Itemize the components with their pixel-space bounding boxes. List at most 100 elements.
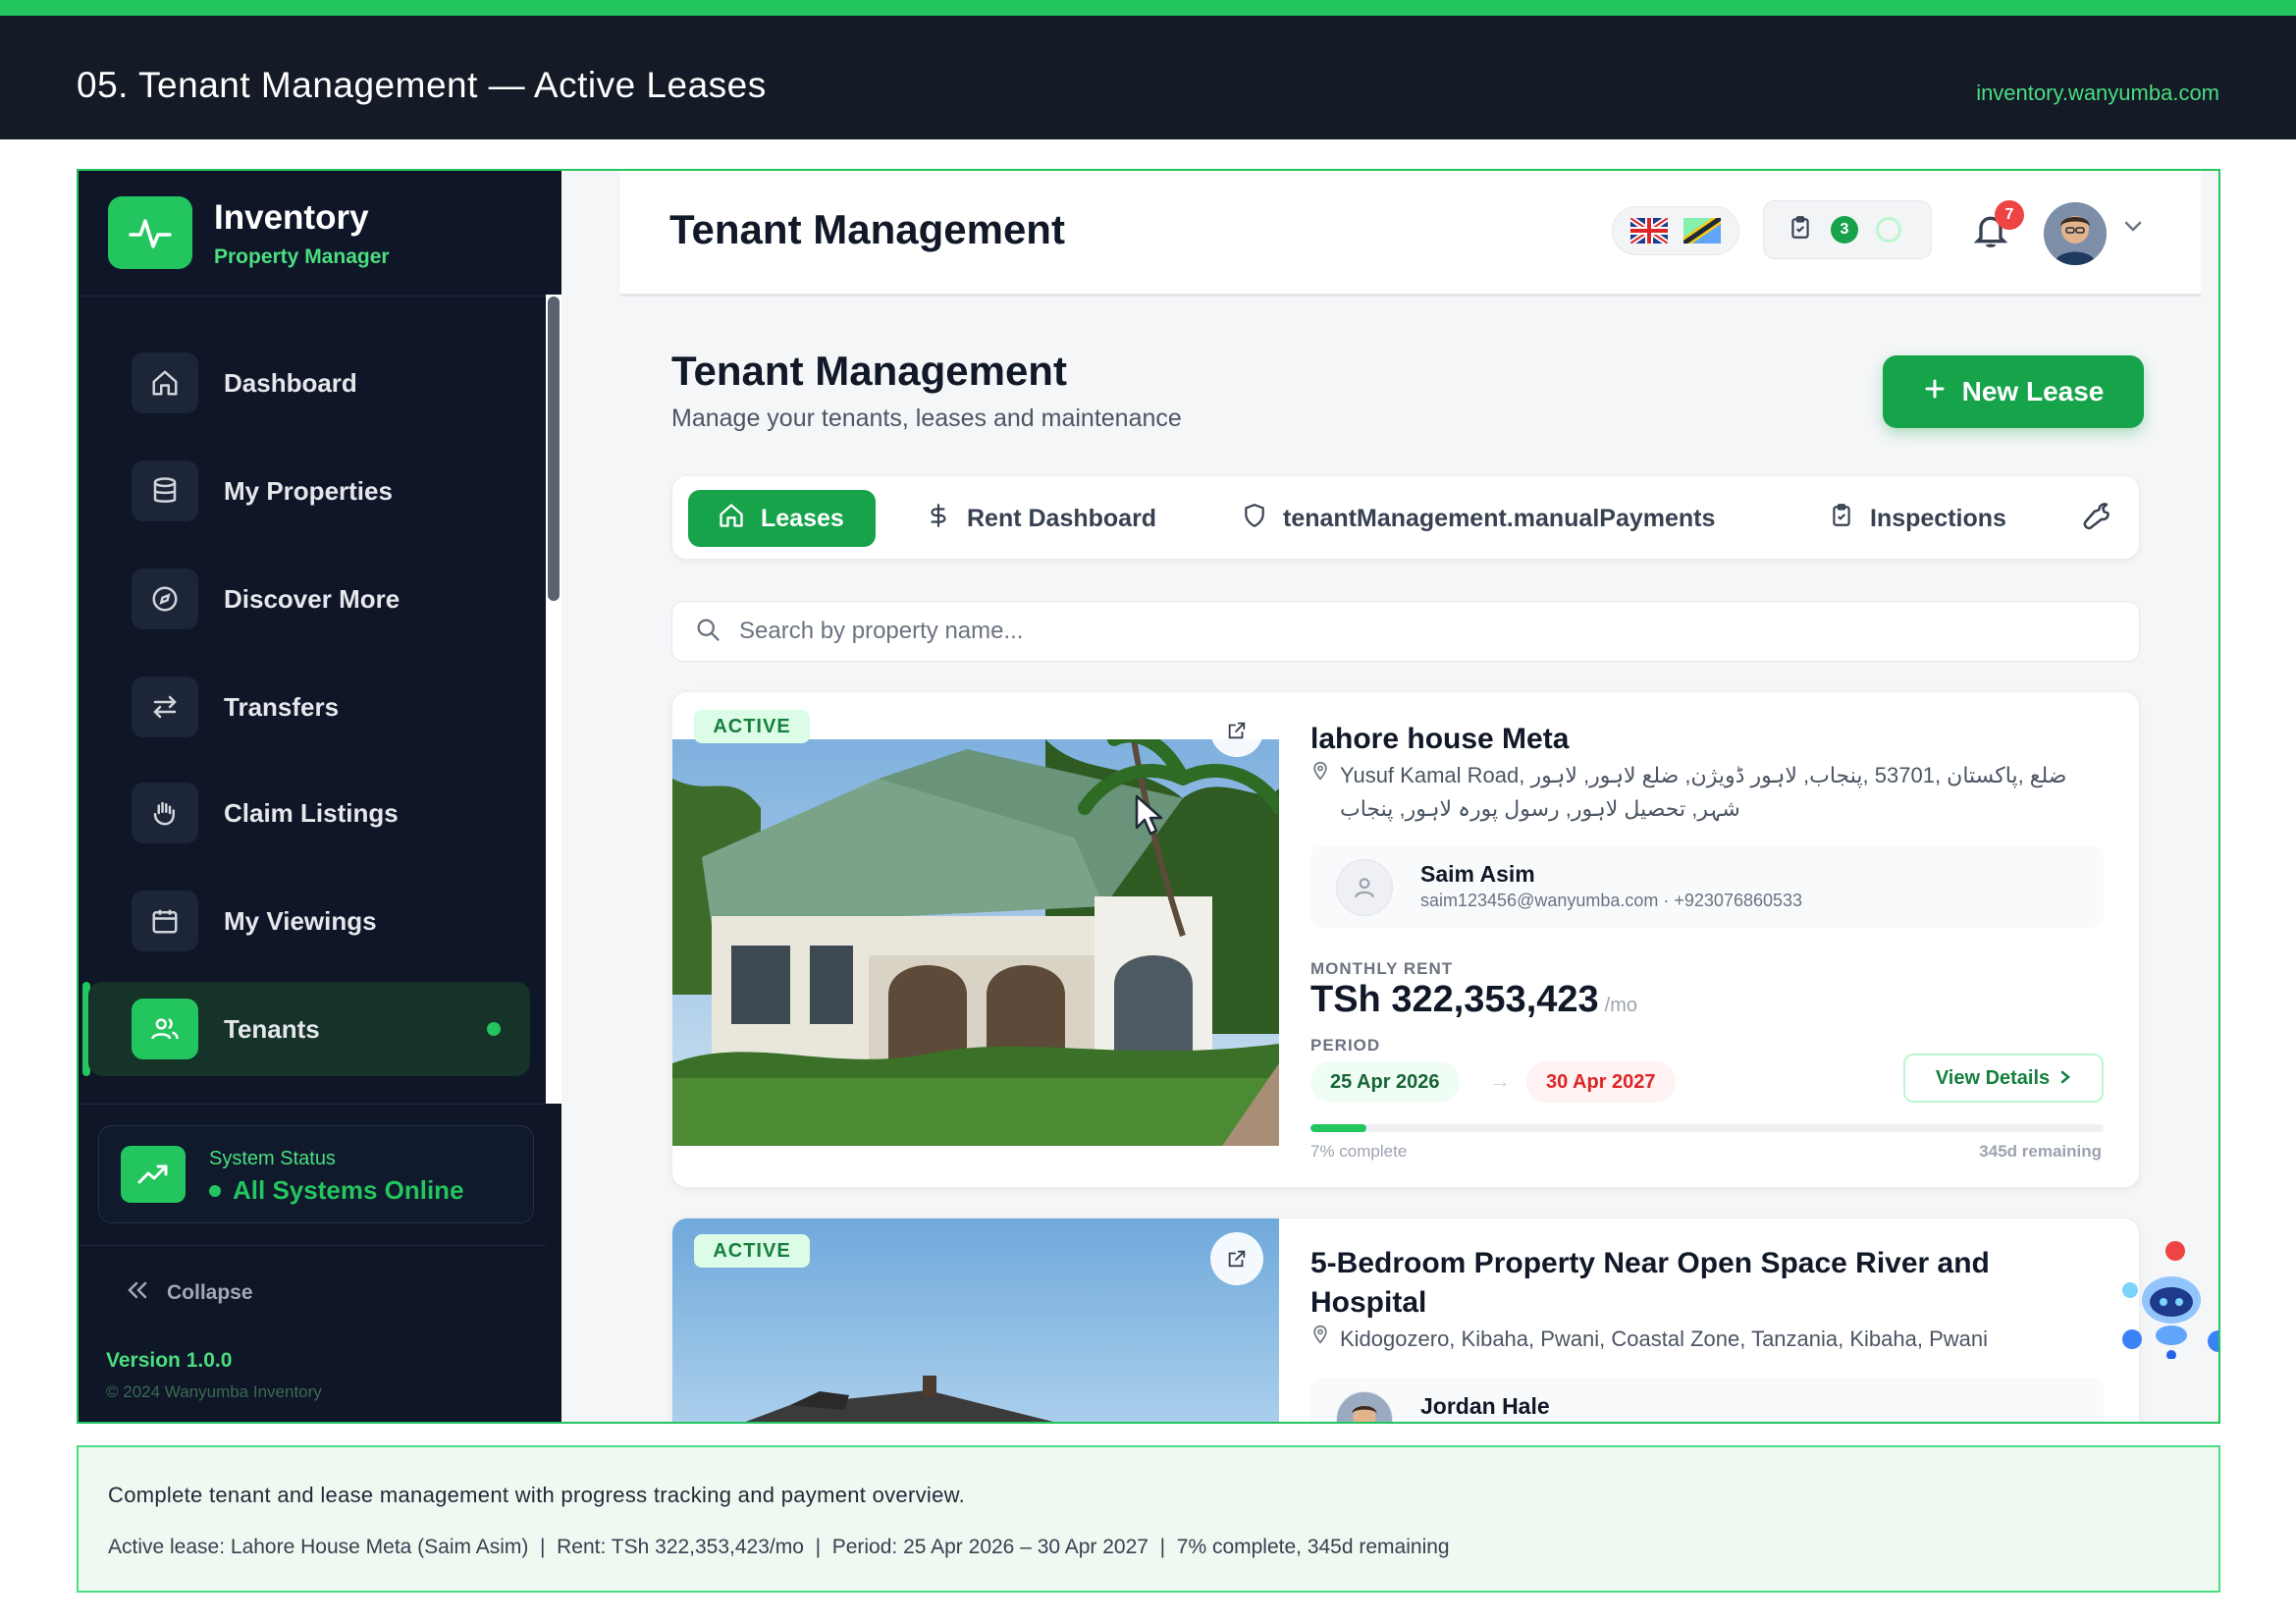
tab-manual-payments[interactable]: tenantManagement.manualPayments (1242, 490, 1715, 547)
tenant-info: Jordan Hale (1310, 1378, 2104, 1422)
copyright: © 2024 Wanyumba Inventory (106, 1382, 322, 1401)
sidebar-item-label: Dashboard (224, 367, 357, 398)
period-label: PERIOD (1310, 1036, 1381, 1055)
main-content: Tenant Management 3 7 Tenant Management … (561, 171, 2218, 1422)
monthly-rent-label: MONTHLY RENT (1310, 959, 1454, 978)
tenant-info: Saim Asim saim123456@wanyumba.com · +923… (1310, 845, 2104, 928)
divider (79, 1104, 546, 1105)
divider (79, 1245, 546, 1246)
status-badge: ACTIVE (694, 1234, 810, 1268)
property-address: Yusuf Kamal Road, ضلع ,پاکستان ,53701 ,پ… (1310, 759, 2086, 826)
tab-inspections[interactable]: Inspections (1829, 490, 2006, 547)
external-link-icon[interactable] (1210, 704, 1263, 757)
arrow-right-icon: → (1489, 1068, 1511, 1093)
caption-box: Complete tenant and lease management wit… (77, 1445, 2220, 1593)
sidebar-item-transfers[interactable]: Transfers (128, 660, 530, 754)
system-status-card: System Status All Systems Online (98, 1125, 534, 1223)
slide-url: inventory.wanyumba.com (1976, 81, 2219, 105)
sidebar-scrollbar-thumb[interactable] (548, 297, 560, 601)
property-photo[interactable] (672, 739, 1279, 1146)
lease-card[interactable]: ACTIVE 5-Bedroom Property Near Open Spac… (671, 1218, 2140, 1422)
tab-rent-dashboard[interactable]: Rent Dashboard (926, 490, 1156, 547)
view-details-button[interactable]: View Details (1903, 1054, 2104, 1103)
tanzania-flag-icon[interactable] (1681, 213, 1724, 248)
external-link-icon[interactable] (1210, 1232, 1263, 1285)
tab-label: Leases (761, 504, 844, 532)
dollar-icon (926, 501, 951, 537)
home-icon (718, 502, 745, 536)
active-dot (487, 1022, 501, 1036)
lease-progress-bar (1310, 1124, 2104, 1132)
tasks-indicator[interactable]: 3 (1763, 200, 1932, 259)
new-lease-label: New Lease (1961, 376, 2105, 406)
status-value: All Systems Online (209, 1175, 464, 1206)
trending-up-icon (121, 1146, 186, 1203)
property-name[interactable]: 5-Bedroom Property Near Open Space River… (1310, 1244, 2076, 1323)
clipboard-icon (1788, 214, 1813, 246)
mouse-cursor-icon (1135, 794, 1163, 836)
tenant-contact: saim123456@wanyumba.com · +923076860533 (1420, 891, 1803, 910)
database-icon (132, 460, 198, 521)
uk-flag-icon[interactable] (1629, 215, 1670, 246)
collapse-label: Collapse (167, 1281, 253, 1304)
search-icon (694, 616, 721, 648)
tab-label: Rent Dashboard (967, 504, 1157, 532)
rent-unit: /mo (1604, 995, 1637, 1016)
sidebar-item-label: Claim Listings (224, 797, 399, 828)
tab-maintenance[interactable] (2082, 490, 2111, 547)
clipboard-icon (1829, 502, 1854, 536)
status-value-text: All Systems Online (233, 1175, 464, 1205)
tab-leases[interactable]: Leases (688, 490, 876, 547)
compass-icon (132, 568, 198, 629)
chevron-down-icon[interactable] (2122, 218, 2144, 239)
lease-card[interactable]: ACTIVE lahore house Meta Yusuf Kamal Roa… (671, 691, 2140, 1188)
slide-header: 05. Tenant Management — Active Leases in… (0, 0, 2296, 139)
collapse-button[interactable]: Collapse (126, 1280, 253, 1306)
sidebar-item-tenants[interactable]: Tenants (88, 982, 530, 1076)
tenant-name: Jordan Hale (1420, 1393, 1550, 1419)
address-text: Yusuf Kamal Road, ضلع ,پاکستان ,53701 ,پ… (1340, 763, 2067, 821)
double-chevron-left-icon (126, 1280, 149, 1306)
tab-label: tenantManagement.manualPayments (1283, 504, 1716, 532)
sidebar-item-claim-listings[interactable]: Claim Listings (128, 766, 530, 860)
map-pin-icon (1310, 759, 1330, 826)
tab-label: Inspections (1870, 504, 2006, 532)
tenant-name: Saim Asim (1420, 861, 1535, 887)
search-input[interactable] (739, 618, 1917, 645)
chatbot-robot-icon[interactable] (2103, 1261, 2218, 1360)
sidebar-item-label: Transfers (224, 691, 340, 722)
wrench-icon (2082, 501, 2111, 537)
plus-icon (1923, 376, 1947, 407)
page-title: Tenant Management (671, 348, 1067, 394)
sidebar-item-my-viewings[interactable]: My Viewings (128, 874, 530, 968)
rent-amount: TSh 322,353,423 (1310, 979, 1599, 1020)
transfer-arrows-icon (132, 677, 198, 737)
loading-spinner-icon (1876, 217, 1901, 243)
sidebar-item-discover-more[interactable]: Discover More (128, 552, 530, 646)
status-title: System Status (209, 1148, 336, 1169)
sidebar-item-dashboard[interactable]: Dashboard (128, 336, 530, 430)
sidebar: Inventory Property Manager Dashboard My … (79, 171, 561, 1422)
sidebar-item-label: Discover More (224, 583, 400, 614)
sidebar-item-my-properties[interactable]: My Properties (128, 444, 530, 538)
lease-progress-fill (1310, 1124, 1366, 1132)
view-details-label: View Details (1935, 1066, 2051, 1089)
avatar (1336, 1391, 1393, 1422)
tab-bar: Leases Rent Dashboard tenantManagement.m… (671, 475, 2140, 560)
brand-name: Inventory (214, 198, 369, 237)
language-switcher[interactable] (1612, 206, 1739, 255)
map-pin-icon (1310, 1323, 1330, 1356)
brand-subtitle: Property Manager (214, 245, 390, 268)
notification-dot (2165, 1241, 2185, 1261)
users-icon (132, 999, 198, 1059)
status-dot (209, 1184, 221, 1197)
sidebar-item-label: Tenants (224, 1013, 320, 1044)
start-date: 25 Apr 2026 (1310, 1061, 1460, 1103)
search-bar (671, 601, 2140, 662)
shield-icon (1242, 502, 1267, 536)
pulse-logo-icon (108, 196, 192, 269)
new-lease-button[interactable]: New Lease (1883, 355, 2144, 428)
version-label: Version 1.0.0 (106, 1349, 233, 1372)
property-name[interactable]: lahore house Meta (1310, 720, 2076, 759)
user-avatar[interactable] (2044, 202, 2107, 265)
